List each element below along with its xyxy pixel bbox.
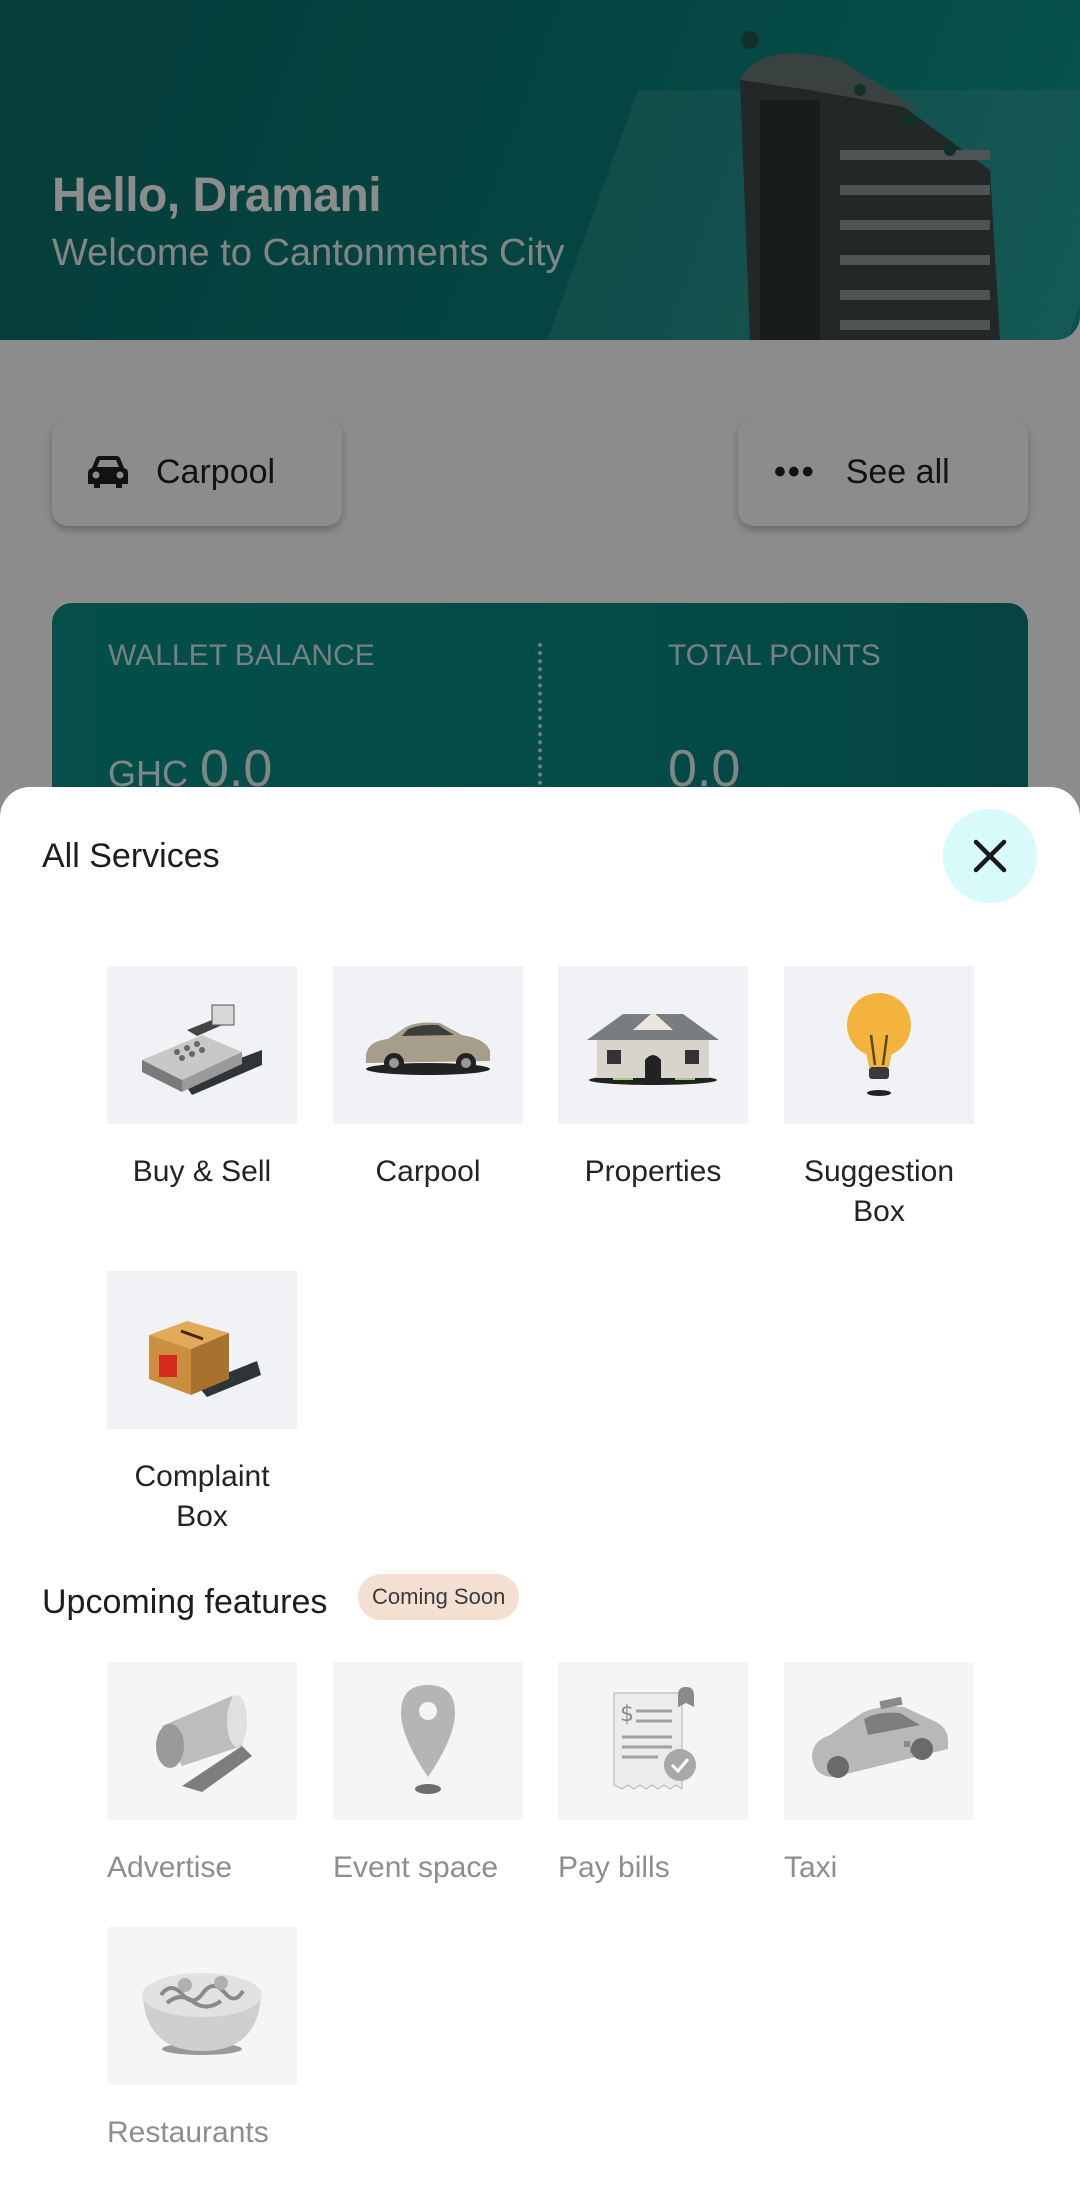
complaint-box-icon	[149, 1321, 261, 1397]
service-tile-carpool[interactable]: Carpool	[333, 966, 523, 1192]
food-bowl-icon	[142, 1973, 262, 2055]
megaphone-icon	[156, 1695, 252, 1792]
upcoming-tile-event-space: Event space	[333, 1662, 523, 1888]
svg-text:$: $	[620, 1702, 634, 1727]
service-label: Complaint Box	[134, 1460, 270, 1533]
sheet-title: All Services	[42, 837, 220, 875]
service-tile-complaint-box[interactable]: Complaint Box	[107, 1271, 297, 1537]
house-icon	[587, 1012, 719, 1085]
all-services-sheet: All Services Buy & Sell Carpool Properti…	[0, 787, 1080, 2211]
upcoming-tile-pay-bills: $ Pay bills	[558, 1662, 748, 1888]
service-tile-buy-sell[interactable]: Buy & Sell	[107, 966, 297, 1192]
upcoming-label: Advertise	[107, 1851, 233, 1884]
lightbulb-icon	[847, 993, 911, 1096]
location-pin-icon	[401, 1685, 455, 1794]
service-label: Carpool	[375, 1155, 481, 1188]
service-tile-properties[interactable]: Properties	[558, 966, 748, 1192]
close-icon	[973, 839, 1007, 873]
taxi-icon	[812, 1696, 948, 1778]
service-tile-suggestion-box[interactable]: Suggestion Box	[784, 966, 974, 1232]
upcoming-label: Event space	[333, 1851, 499, 1884]
service-label: Buy & Sell	[132, 1155, 272, 1188]
upcoming-features-title: Upcoming features	[42, 1583, 328, 1621]
upcoming-label: Taxi	[784, 1851, 838, 1884]
upcoming-tile-restaurants: Restaurants	[107, 1927, 297, 2153]
upcoming-tile-advertise: Advertise	[107, 1662, 297, 1888]
service-label: Suggestion Box	[803, 1155, 955, 1228]
car-icon	[366, 1022, 490, 1075]
cash-register-icon	[142, 1004, 262, 1095]
coming-soon-badge: Coming Soon	[358, 1574, 520, 1620]
service-label: Properties	[584, 1155, 722, 1188]
upcoming-tile-taxi: Taxi	[784, 1662, 974, 1888]
bill-receipt-icon: $	[613, 1687, 696, 1790]
upcoming-label: Pay bills	[558, 1851, 670, 1884]
upcoming-label: Restaurants	[107, 2116, 269, 2149]
close-button[interactable]	[943, 809, 1037, 903]
